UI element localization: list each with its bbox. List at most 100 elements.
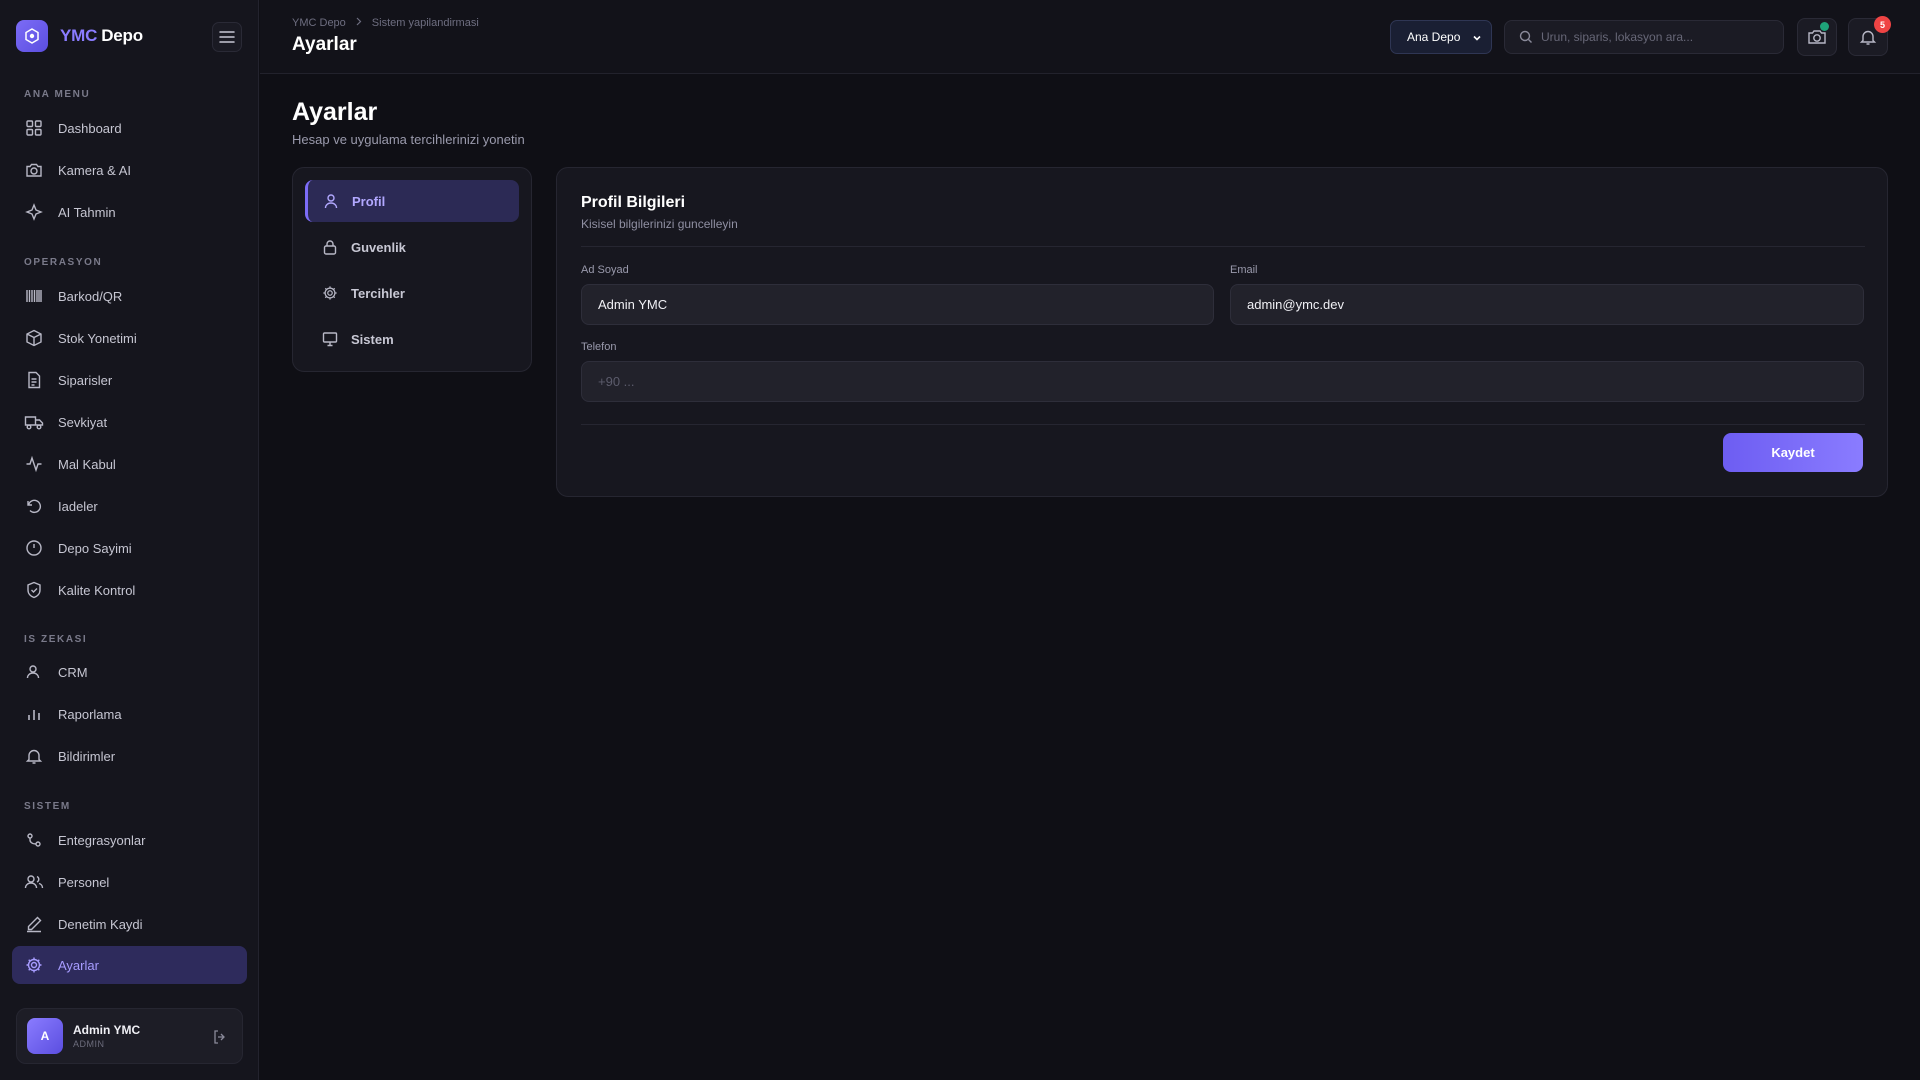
sidebar-item-label: AI Tahmin bbox=[58, 204, 116, 220]
sidebar-item-label: Depo Sayimi bbox=[58, 540, 132, 556]
phone-field[interactable] bbox=[581, 361, 1864, 402]
search-input[interactable] bbox=[1541, 30, 1771, 44]
search-box[interactable] bbox=[1504, 20, 1784, 54]
tab-sistem[interactable]: Sistem bbox=[305, 318, 519, 360]
ai-icon bbox=[24, 202, 44, 222]
sidebar-item-depo-sayimi[interactable]: Depo Sayimi bbox=[12, 529, 247, 567]
save-button[interactable]: Kaydet bbox=[1723, 433, 1863, 472]
sidebar-item-label: Dashboard bbox=[58, 120, 122, 136]
sidebar-item-siparisler[interactable]: Siparisler bbox=[12, 361, 247, 399]
sidebar-item-kalite[interactable]: Kalite Kontrol bbox=[12, 571, 247, 609]
chevron-right-icon bbox=[356, 17, 362, 29]
sidebar-item-label: Ayarlar bbox=[58, 957, 99, 973]
menu-toggle-button[interactable] bbox=[212, 22, 242, 52]
user-icon bbox=[24, 662, 44, 682]
clock-icon bbox=[24, 538, 44, 558]
tab-guvenlik[interactable]: Guvenlik bbox=[305, 226, 519, 268]
sidebar-item-label: Bildirimler bbox=[58, 748, 116, 764]
shield-icon bbox=[24, 580, 44, 600]
sidebar-item-label: CRM bbox=[58, 664, 88, 680]
name-field[interactable] bbox=[581, 284, 1214, 325]
integration-icon bbox=[24, 830, 44, 850]
brand-name-part2: Depo bbox=[101, 26, 143, 45]
sidebar-item-camera-ai[interactable]: Kamera & AI bbox=[12, 151, 247, 189]
tab-label: Tercihler bbox=[351, 285, 405, 301]
gear-icon bbox=[321, 284, 339, 302]
settings-nav: Profil Guvenlik Tercihler Sistem bbox=[292, 167, 532, 372]
divider bbox=[581, 246, 1865, 247]
sidebar-item-sevkiyat[interactable]: Sevkiyat bbox=[12, 403, 247, 441]
sidebar-item-label: Denetim Kaydi bbox=[58, 916, 143, 932]
name-input[interactable] bbox=[598, 297, 1213, 312]
brand-name: YMC Depo bbox=[60, 26, 143, 46]
sidebar-item-barkod[interactable]: Barkod/QR bbox=[12, 277, 247, 315]
sidebar-item-label: Raporlama bbox=[58, 706, 122, 722]
brand[interactable]: YMC Depo bbox=[16, 20, 143, 52]
box-icon bbox=[24, 328, 44, 348]
user-card[interactable]: A Admin YMC ADMIN bbox=[16, 1008, 243, 1064]
notifications-button[interactable]: 5 bbox=[1848, 16, 1891, 56]
divider bbox=[581, 424, 1865, 425]
gear-icon bbox=[24, 955, 44, 975]
sidebar-item-label: Kalite Kontrol bbox=[58, 582, 136, 598]
nav-section-system: SISTEM bbox=[24, 801, 71, 812]
users-icon bbox=[24, 872, 44, 892]
breadcrumb-item: Sistem yapilandirmasi bbox=[371, 17, 479, 29]
notification-count-badge: 5 bbox=[1874, 16, 1891, 33]
tab-profil[interactable]: Profil bbox=[305, 180, 519, 222]
logout-button[interactable] bbox=[210, 1027, 230, 1047]
camera-button[interactable] bbox=[1797, 18, 1837, 56]
brand-logo-icon bbox=[16, 20, 48, 52]
nav-section-bi: IS ZEKASI bbox=[24, 634, 88, 645]
user-role: ADMIN bbox=[73, 1039, 105, 1049]
sidebar-item-label: Mal Kabul bbox=[58, 456, 116, 472]
pen-icon bbox=[24, 914, 44, 934]
name-label: Ad Soyad bbox=[581, 264, 629, 276]
topbar: YMC Depo Sistem yapilandirmasi Ayarlar A… bbox=[260, 0, 1920, 74]
card-title: Profil Bilgileri bbox=[581, 194, 686, 211]
sidebar-item-denetim[interactable]: Denetim Kaydi bbox=[12, 905, 247, 943]
email-label: Email bbox=[1230, 264, 1258, 276]
nav-section-ops: OPERASYON bbox=[24, 257, 103, 268]
bell-icon bbox=[24, 746, 44, 766]
sidebar-item-ai-tahmin[interactable]: AI Tahmin bbox=[12, 193, 247, 231]
tab-label: Guvenlik bbox=[351, 239, 406, 255]
topbar-title: Ayarlar bbox=[292, 34, 357, 55]
sidebar-item-iadeler[interactable]: Iadeler bbox=[12, 487, 247, 525]
brand-name-part1: YMC bbox=[60, 26, 98, 45]
sidebar-item-raporlama[interactable]: Raporlama bbox=[12, 695, 247, 733]
warehouse-select-value: Ana Depo bbox=[1407, 30, 1461, 44]
sidebar-item-label: Sevkiyat bbox=[58, 414, 108, 430]
online-status-dot bbox=[1820, 22, 1829, 31]
sidebar-item-stok[interactable]: Stok Yonetimi bbox=[12, 319, 247, 357]
sidebar-item-personel[interactable]: Personel bbox=[12, 863, 247, 901]
breadcrumb-item[interactable]: YMC Depo bbox=[292, 17, 346, 29]
search-icon bbox=[1519, 30, 1532, 43]
sidebar-item-label: Stok Yonetimi bbox=[58, 330, 137, 346]
tab-tercihler[interactable]: Tercihler bbox=[305, 272, 519, 314]
tab-label: Profil bbox=[352, 193, 386, 209]
warehouse-select[interactable]: Ana Depo bbox=[1390, 20, 1492, 54]
card-subtitle: Kisisel bilgilerinizi guncelleyin bbox=[581, 217, 738, 231]
lock-icon bbox=[321, 238, 339, 256]
sidebar-item-mal-kabul[interactable]: Mal Kabul bbox=[12, 445, 247, 483]
bell-icon bbox=[1859, 30, 1877, 45]
email-field[interactable] bbox=[1230, 284, 1864, 325]
sidebar-item-dashboard[interactable]: Dashboard bbox=[12, 109, 247, 147]
user-icon bbox=[322, 192, 340, 210]
truck-icon bbox=[24, 412, 44, 432]
sidebar-item-label: Personel bbox=[58, 874, 110, 890]
document-icon bbox=[24, 370, 44, 390]
page-title: Ayarlar bbox=[292, 98, 378, 126]
activity-icon bbox=[24, 454, 44, 474]
sidebar-item-ayarlar[interactable]: Ayarlar bbox=[12, 946, 247, 984]
sidebar-item-crm[interactable]: CRM bbox=[12, 653, 247, 691]
sidebar-item-bildirimler[interactable]: Bildirimler bbox=[12, 737, 247, 775]
sidebar-item-entegrasyonlar[interactable]: Entegrasyonlar bbox=[12, 821, 247, 859]
sidebar-item-label: Barkod/QR bbox=[58, 288, 123, 304]
camera-icon bbox=[24, 160, 44, 180]
sidebar-item-label: Entegrasyonlar bbox=[58, 832, 146, 848]
email-input[interactable] bbox=[1247, 297, 1863, 312]
chevron-down-icon bbox=[1472, 32, 1482, 46]
phone-input[interactable] bbox=[598, 374, 1863, 389]
